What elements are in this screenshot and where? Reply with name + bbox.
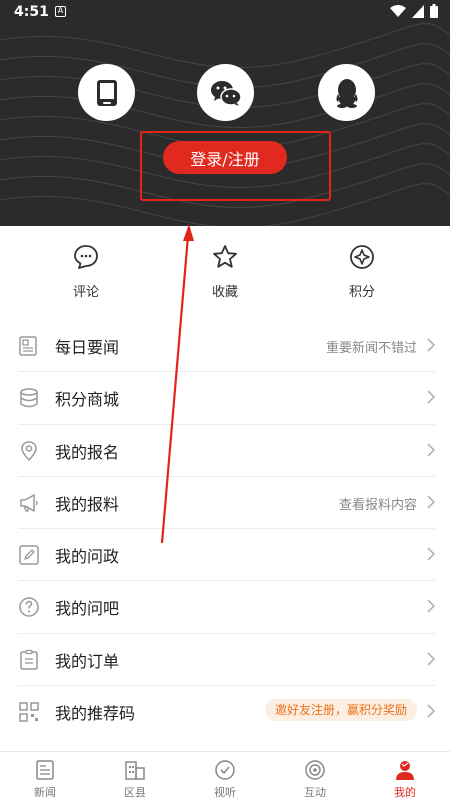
tab-media[interactable]: 视听 — [180, 752, 270, 800]
battery-icon — [430, 4, 438, 18]
tab-mine[interactable]: 我的 — [360, 752, 450, 800]
quick-action-points[interactable]: 积分 — [322, 244, 402, 300]
comment-bubble-icon — [74, 245, 98, 269]
menu-item-label: 积分商城 — [55, 390, 120, 410]
chevron-right-icon — [427, 338, 435, 352]
notification-icon: A — [55, 6, 66, 17]
menu-item-label: 我的问政 — [55, 547, 120, 567]
tab-label: 区县 — [124, 786, 146, 799]
bottom-tab-bar: 新闻 区县 视听 互动 我的 — [0, 751, 450, 800]
menu-item-subtitle: 查看报料内容 — [338, 497, 417, 513]
news-doc-icon — [36, 760, 54, 780]
tab-label: 我的 — [394, 786, 416, 799]
newspaper-icon — [19, 336, 37, 356]
star-icon — [213, 245, 237, 268]
social-login-row — [0, 64, 450, 122]
menu-item-label: 我的订单 — [55, 651, 120, 671]
question-circle-icon — [19, 597, 39, 618]
referral-badge: 邀好友注册，赢积分奖励 — [264, 699, 417, 722]
menu-item-label: 我的报名 — [55, 442, 120, 462]
megaphone-icon — [20, 494, 38, 512]
menu-list: 每日要闻 重要新闻不错过 积分商城 我的报名 我的报料 查看报料内容 我的问政 … — [0, 320, 450, 738]
buildings-icon — [125, 761, 145, 780]
qr-code-icon — [19, 702, 39, 722]
menu-item-points-mall[interactable]: 积分商城 — [18, 372, 435, 425]
menu-item-label: 每日要闻 — [55, 338, 120, 357]
tab-districts[interactable]: 区县 — [90, 752, 180, 800]
clipboard-icon — [20, 649, 38, 670]
quick-action-label: 评论 — [72, 285, 99, 300]
target-icon — [305, 760, 325, 780]
chevron-right-icon — [427, 547, 435, 561]
chevron-right-icon — [427, 390, 435, 404]
status-icons — [390, 4, 438, 18]
chevron-right-icon — [427, 495, 435, 509]
phone-login-button[interactable] — [78, 64, 135, 121]
chevron-right-icon — [427, 704, 435, 718]
menu-item-my-registrations[interactable]: 我的报名 — [18, 425, 435, 477]
points-compass-icon — [350, 245, 374, 269]
status-time: 4:51 — [14, 4, 49, 20]
phone-icon — [96, 79, 117, 106]
pencil-note-icon — [19, 545, 39, 565]
user-profile-icon — [396, 761, 414, 780]
tab-label: 视听 — [214, 786, 236, 799]
menu-item-label: 我的推荐码 — [55, 704, 136, 724]
menu-item-daily-news[interactable]: 每日要闻 重要新闻不错过 — [18, 320, 435, 373]
profile-header: 4:51 A 登录/注册 — [0, 0, 450, 226]
quick-action-label: 收藏 — [211, 285, 238, 300]
chevron-right-icon — [427, 443, 435, 457]
location-pin-icon — [21, 440, 37, 461]
menu-item-my-inquiries[interactable]: 我的问政 — [18, 529, 435, 582]
tab-interact[interactable]: 互动 — [270, 752, 360, 800]
tab-news[interactable]: 新闻 — [0, 752, 90, 800]
menu-item-label: 我的报料 — [55, 494, 120, 514]
quick-action-comment[interactable]: 评论 — [46, 244, 126, 300]
menu-item-referral-code[interactable]: 我的推荐码 邀好友注册，赢积分奖励 — [18, 686, 435, 738]
signal-icon — [412, 4, 424, 18]
menu-item-my-orders[interactable]: 我的订单 — [18, 634, 435, 687]
tab-label: 新闻 — [34, 786, 56, 799]
profile-screen: 4:51 A 登录/注册 评论 收藏 积分 每日要闻 重要新闻不错过 积分商城 … — [0, 0, 450, 800]
chevron-right-icon — [427, 652, 435, 666]
tab-label: 互动 — [304, 786, 326, 799]
check-circle-icon — [215, 760, 235, 780]
quick-action-favorites[interactable]: 收藏 — [185, 244, 265, 300]
menu-item-my-reports[interactable]: 我的报料 查看报料内容 — [18, 477, 435, 530]
status-bar: 4:51 A — [0, 0, 450, 24]
qq-penguin-icon — [336, 78, 357, 108]
coin-stack-icon — [20, 388, 38, 408]
login-register-button[interactable]: 登录/注册 — [163, 141, 287, 174]
menu-item-subtitle: 重要新闻不错过 — [325, 341, 417, 356]
quick-actions: 评论 收藏 积分 — [0, 226, 450, 310]
menu-item-label: 我的问吧 — [55, 599, 120, 619]
menu-item-my-questions[interactable]: 我的问吧 — [18, 581, 435, 634]
wechat-login-button[interactable] — [197, 64, 254, 121]
wifi-icon — [390, 4, 406, 17]
quick-action-label: 积分 — [348, 285, 375, 300]
wechat-icon — [210, 80, 242, 106]
qq-login-button[interactable] — [318, 64, 375, 121]
chevron-right-icon — [427, 599, 435, 614]
